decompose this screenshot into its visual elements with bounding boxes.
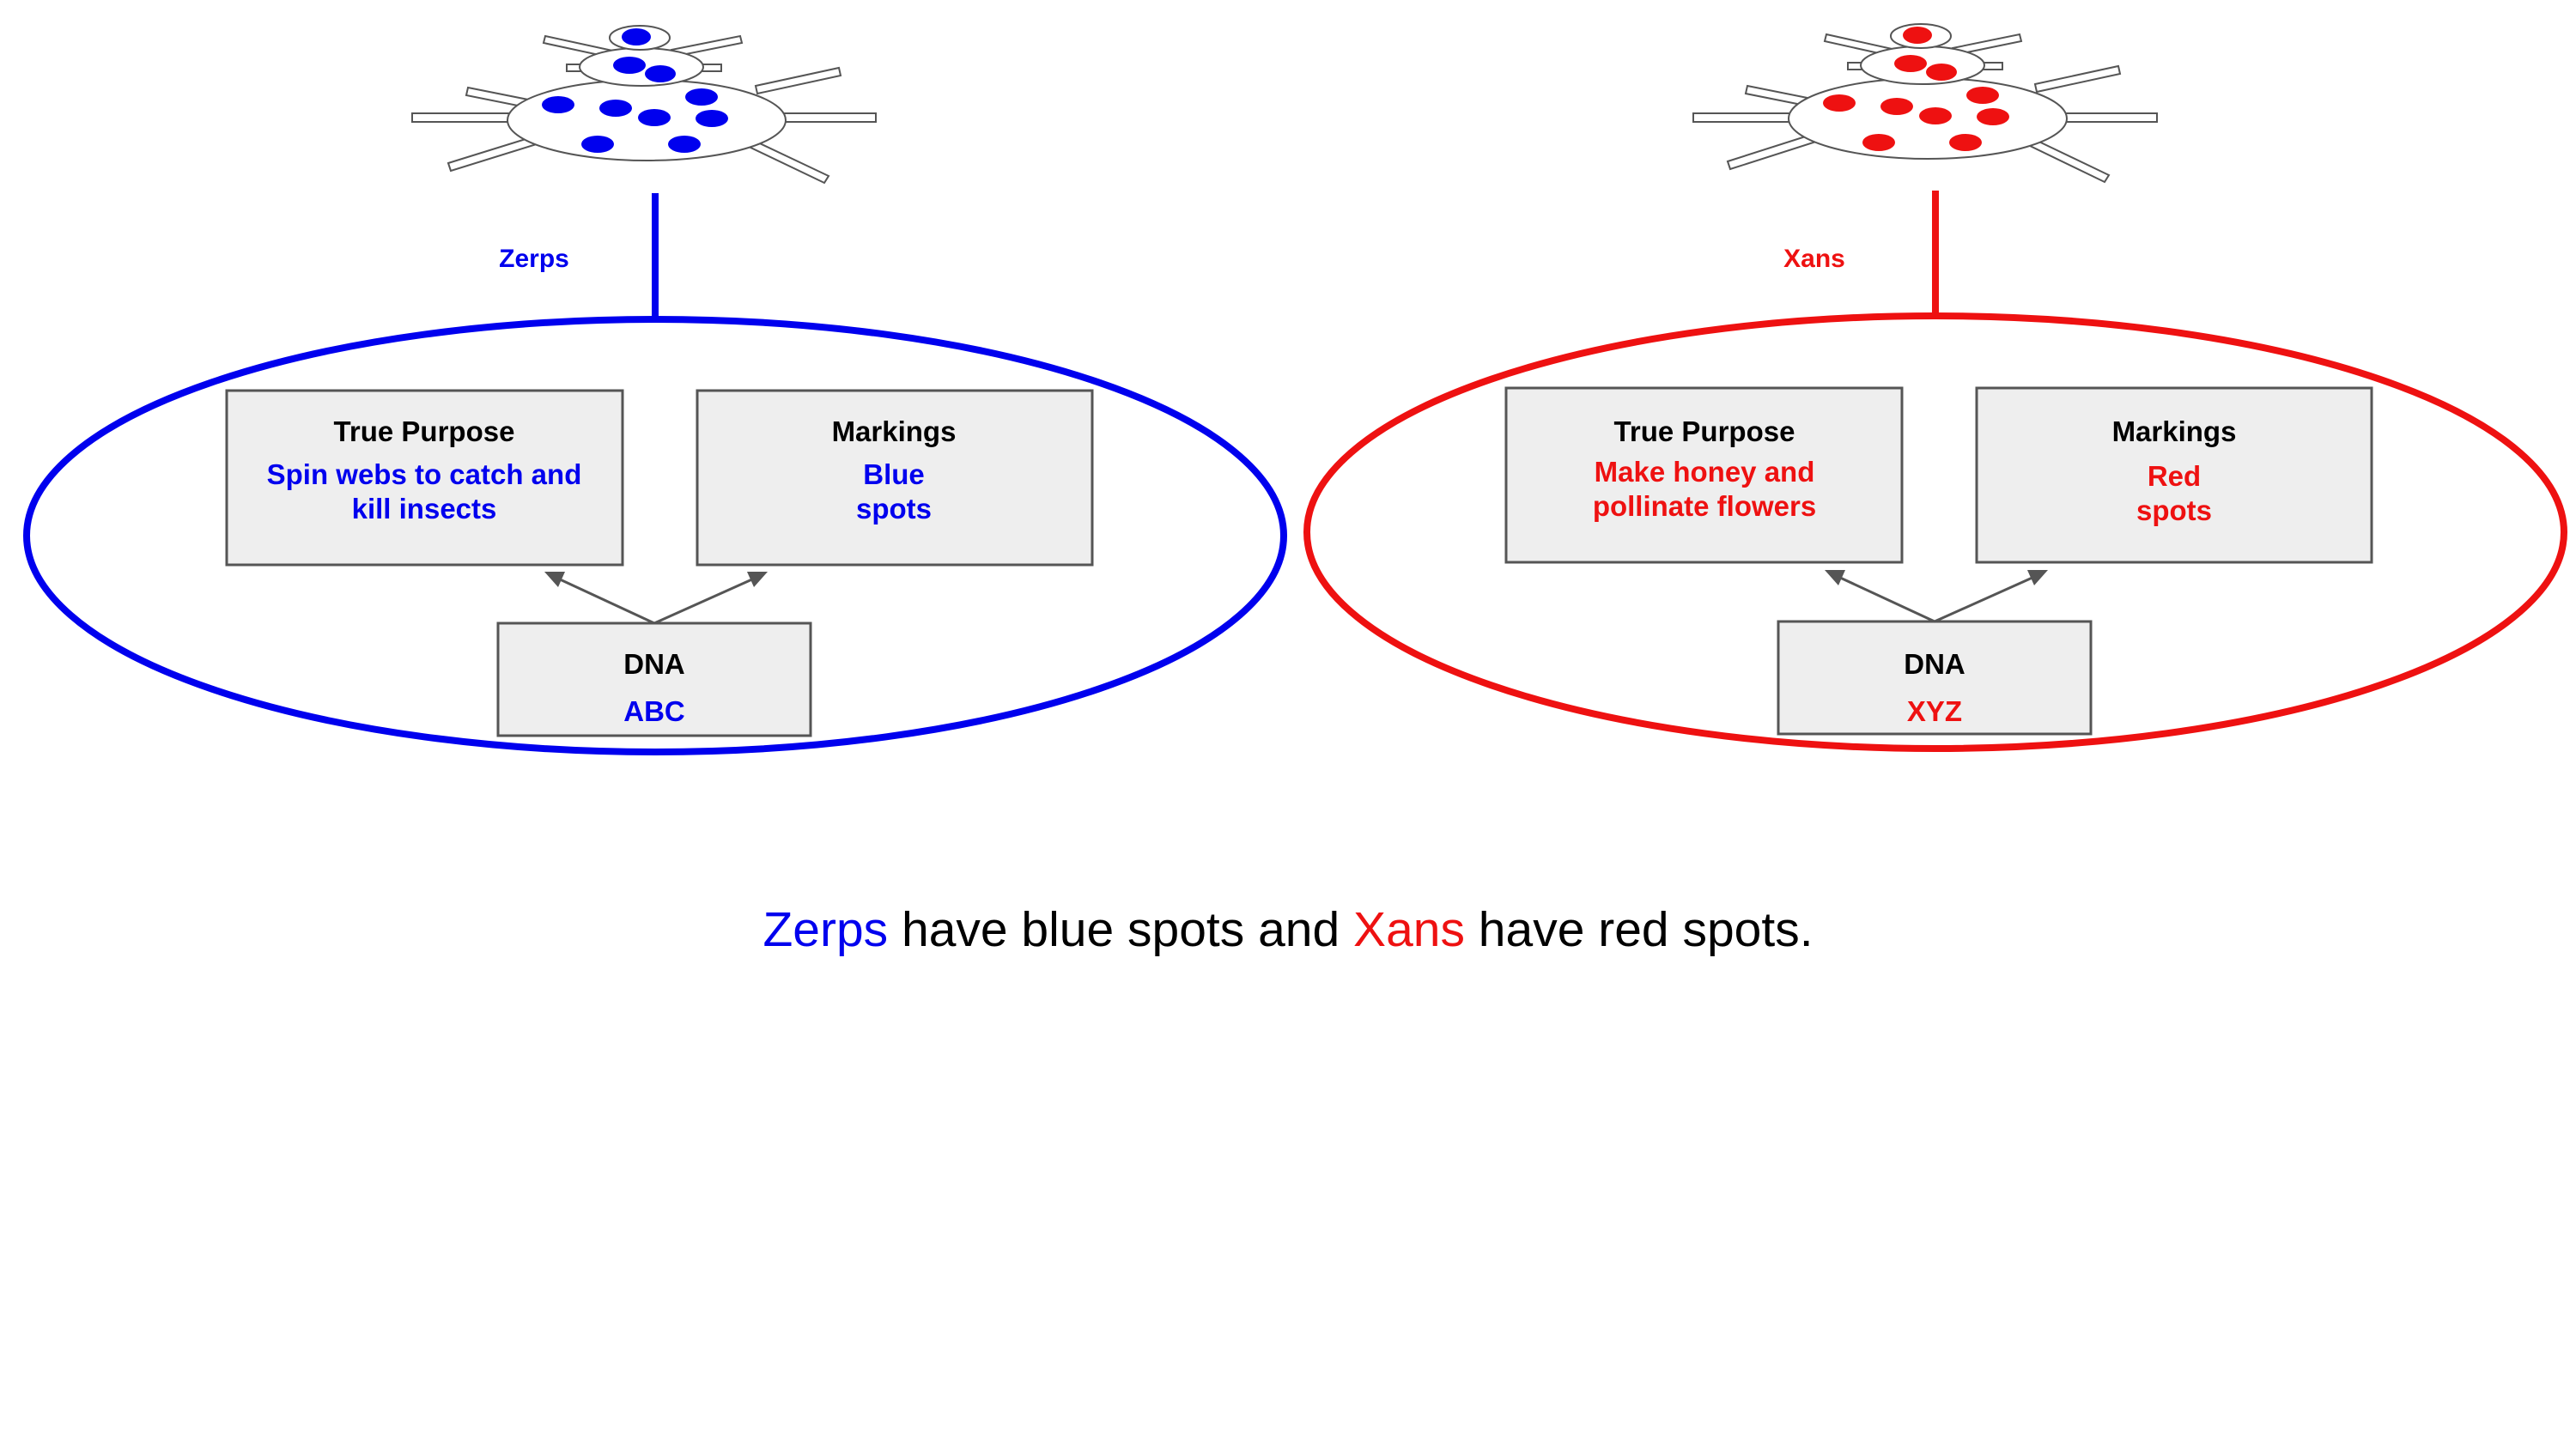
xans-spot (1926, 64, 1957, 81)
xans-leg (2033, 64, 2122, 94)
zerps-arrow-to-purpose (557, 577, 655, 625)
zerps-purpose-box: True Purpose Spin webs to catch and kill… (225, 389, 624, 567)
xans-dna-arrows (1825, 570, 2048, 623)
zerps-purpose-line1: Spin webs to catch and (267, 458, 582, 490)
xans-label: Xans (1783, 245, 1845, 273)
zerps-leg (411, 112, 516, 123)
zerps-purpose-line2: kill insects (352, 493, 497, 524)
caption-zerps-word: Zerps (762, 902, 889, 957)
xans-markings-title: Markings (2112, 415, 2237, 447)
zerps-dna-title: DNA (623, 648, 685, 680)
xans-spot (1862, 134, 1895, 151)
xans-spot (1894, 55, 1927, 72)
xans-spot (1919, 107, 1952, 124)
xans-purpose-title: True Purpose (1614, 415, 1795, 447)
zerps-spot (622, 28, 651, 45)
xans-dna-value: XYZ (1907, 695, 1962, 727)
xans-spot (1949, 134, 1982, 151)
zerps-creature-icon (411, 25, 877, 185)
zerps-spot (668, 136, 701, 153)
zerps-purpose-title: True Purpose (334, 415, 515, 447)
zerps-spot (581, 136, 614, 153)
xans-markings-line2: spots (2136, 494, 2212, 526)
zerps-dna-value: ABC (623, 695, 685, 727)
xans-markings-box: Markings Red spots (1975, 386, 2373, 564)
zerps-leg (754, 66, 842, 95)
xans-markings-line1: Red (2148, 460, 2201, 492)
xans-leg (2056, 112, 2158, 123)
zerps-markings-title: Markings (832, 415, 957, 447)
zerps-spot (696, 110, 728, 127)
xans-purpose-box: True Purpose Make honey and pollinate fl… (1504, 386, 1904, 564)
zerps-label: Zerps (499, 245, 569, 273)
diagram-canvas: Zerps True Purpose Spin webs to catch an… (23, 23, 2567, 755)
zerps-markings-line1: Blue (863, 458, 925, 490)
xans-spot (1966, 87, 1999, 104)
zerps-dna-arrows (544, 572, 768, 625)
xans-spot (1880, 98, 1913, 115)
caption-text-end: have red spots. (1464, 902, 1814, 957)
zerps-dna-box: DNA ABC (496, 621, 812, 737)
zerps-arrow-to-markings (653, 577, 755, 625)
zerps-spot (613, 57, 646, 74)
xans-spot (1977, 108, 2009, 125)
xans-leg (1726, 132, 1818, 171)
zerps-spot (685, 88, 718, 106)
xans-spot (1903, 27, 1932, 44)
zerps-spot (638, 109, 671, 126)
xans-group: Xans True Purpose Make honey and pollina… (1303, 23, 2567, 752)
xans-creature-icon (1692, 23, 2158, 184)
caption-sentence: Zerps have blue spots and Xans have red … (0, 901, 2576, 958)
zerps-group: Zerps True Purpose Spin webs to catch an… (23, 25, 1287, 755)
zerps-spot (645, 65, 676, 82)
xans-arrow-to-markings (1934, 575, 2035, 623)
zerps-leg (776, 112, 877, 123)
zerps-markings-line2: spots (856, 493, 932, 524)
zerps-spot (599, 100, 632, 117)
xans-leg (1692, 112, 1797, 123)
xans-purpose-line1: Make honey and (1595, 456, 1815, 488)
zerps-markings-box: Markings Blue spots (696, 389, 1094, 567)
xans-spot (1823, 94, 1856, 112)
xans-dna-box: DNA XYZ (1777, 620, 2093, 736)
zerps-spot (542, 96, 574, 113)
caption-xans-word: Xans (1353, 902, 1465, 957)
xans-dna-title: DNA (1904, 648, 1965, 680)
xans-purpose-line2: pollinate flowers (1593, 490, 1816, 522)
xans-arrow-to-purpose (1838, 575, 1935, 623)
caption-text-middle: have blue spots and (888, 902, 1354, 957)
